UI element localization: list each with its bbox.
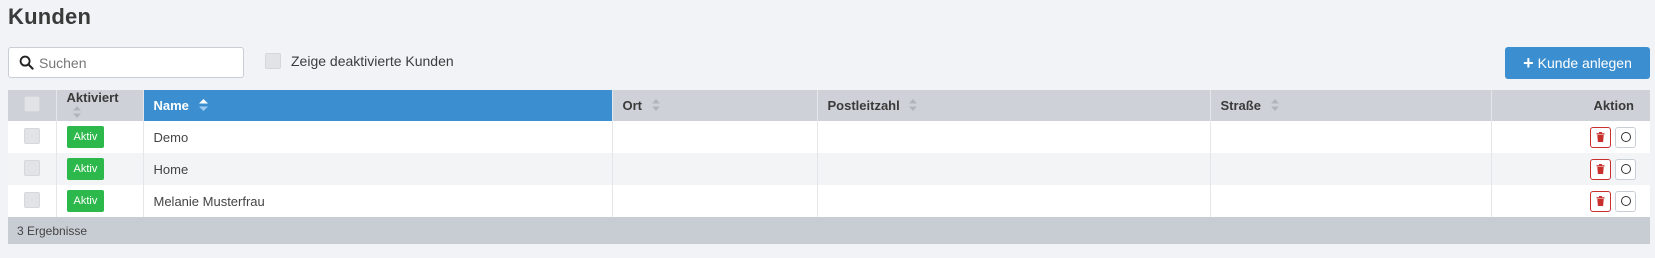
name-cell: Home	[143, 153, 613, 186]
strasse-cell	[1210, 121, 1492, 154]
select-all-checkbox[interactable]	[23, 96, 40, 113]
table-header-row: Aktiviert Name Ort Postleitzahl Straße A…	[8, 90, 1650, 122]
plz-cell	[817, 185, 1211, 218]
action-cell	[1491, 185, 1650, 218]
action-cell	[1491, 153, 1650, 186]
ort-cell	[612, 121, 818, 154]
column-label: Aktion	[1593, 98, 1634, 114]
plz-cell	[817, 121, 1211, 154]
row-select-cell	[8, 121, 57, 154]
delete-button[interactable]	[1590, 158, 1611, 180]
ort-cell	[612, 185, 818, 218]
circle-icon	[1620, 132, 1631, 143]
status-badge: Aktiv	[66, 158, 105, 181]
row-checkbox[interactable]	[23, 159, 40, 176]
status-cell: Aktiv	[56, 121, 144, 154]
column-label: Postleitzahl	[827, 97, 900, 113]
add-customer-button[interactable]: + Kunde anlegen	[1505, 47, 1650, 79]
row-select-cell	[8, 185, 57, 218]
plz-cell	[817, 153, 1211, 186]
show-deactivated-checkbox[interactable]	[265, 53, 281, 69]
sort-icon	[72, 106, 81, 121]
name-cell: Melanie Musterfrau	[143, 185, 613, 218]
column-header-aktion: Aktion	[1491, 90, 1650, 122]
name-cell: Demo	[143, 121, 613, 154]
status-cell: Aktiv	[56, 185, 144, 218]
circle-icon	[1620, 164, 1631, 175]
toggle-status-button[interactable]	[1615, 158, 1636, 180]
column-label: Ort	[622, 97, 643, 113]
result-count: 3 Ergebnisse	[17, 223, 88, 238]
show-deactivated-label: Zeige deaktivierte Kunden	[291, 53, 454, 69]
sort-icon	[651, 98, 660, 114]
table-row[interactable]: Aktiv Home	[8, 153, 1650, 186]
page-title: Kunden	[8, 4, 92, 29]
ort-cell	[612, 153, 818, 186]
column-label: Straße	[1220, 97, 1261, 113]
search-box[interactable]	[8, 47, 244, 78]
circle-icon	[1620, 196, 1631, 207]
table-row[interactable]: Aktiv Demo	[8, 121, 1650, 154]
column-header-name[interactable]: Name	[143, 90, 613, 122]
trash-icon	[1596, 132, 1605, 143]
toggle-status-button[interactable]	[1615, 126, 1636, 148]
column-label: Name	[153, 97, 189, 113]
column-header-postleitzahl[interactable]: Postleitzahl	[817, 90, 1211, 122]
status-badge: Aktiv	[66, 126, 105, 149]
table-row[interactable]: Aktiv Melanie Musterfrau	[8, 185, 1650, 218]
column-header-strasse[interactable]: Straße	[1210, 90, 1492, 122]
delete-button[interactable]	[1590, 126, 1611, 148]
row-select-cell	[8, 153, 57, 186]
show-deactivated-toggle[interactable]: Zeige deaktivierte Kunden	[265, 53, 454, 69]
search-input[interactable]	[39, 48, 239, 77]
column-header-ort[interactable]: Ort	[612, 90, 818, 122]
action-cell	[1491, 121, 1650, 154]
delete-button[interactable]	[1590, 190, 1611, 212]
sort-icon	[909, 98, 918, 114]
select-all-cell	[8, 90, 57, 122]
strasse-cell	[1210, 185, 1492, 218]
table-footer: 3 Ergebnisse	[8, 217, 1650, 245]
add-customer-label: Kunde anlegen	[1537, 55, 1632, 71]
plus-icon: +	[1523, 52, 1534, 73]
status-badge: Aktiv	[66, 190, 105, 213]
row-checkbox[interactable]	[23, 127, 40, 144]
sort-ascending-icon	[198, 98, 208, 114]
trash-icon	[1596, 164, 1605, 175]
status-cell: Aktiv	[56, 153, 144, 186]
sort-icon	[1270, 98, 1279, 114]
column-label: Aktiviert	[66, 90, 119, 105]
customer-table: Aktiviert Name Ort Postleitzahl Straße A…	[8, 90, 1650, 245]
column-header-aktiviert[interactable]: Aktiviert	[56, 90, 144, 122]
row-checkbox[interactable]	[23, 191, 40, 208]
trash-icon	[1596, 196, 1605, 207]
toggle-status-button[interactable]	[1615, 190, 1636, 212]
strasse-cell	[1210, 153, 1492, 186]
search-icon	[13, 48, 39, 77]
